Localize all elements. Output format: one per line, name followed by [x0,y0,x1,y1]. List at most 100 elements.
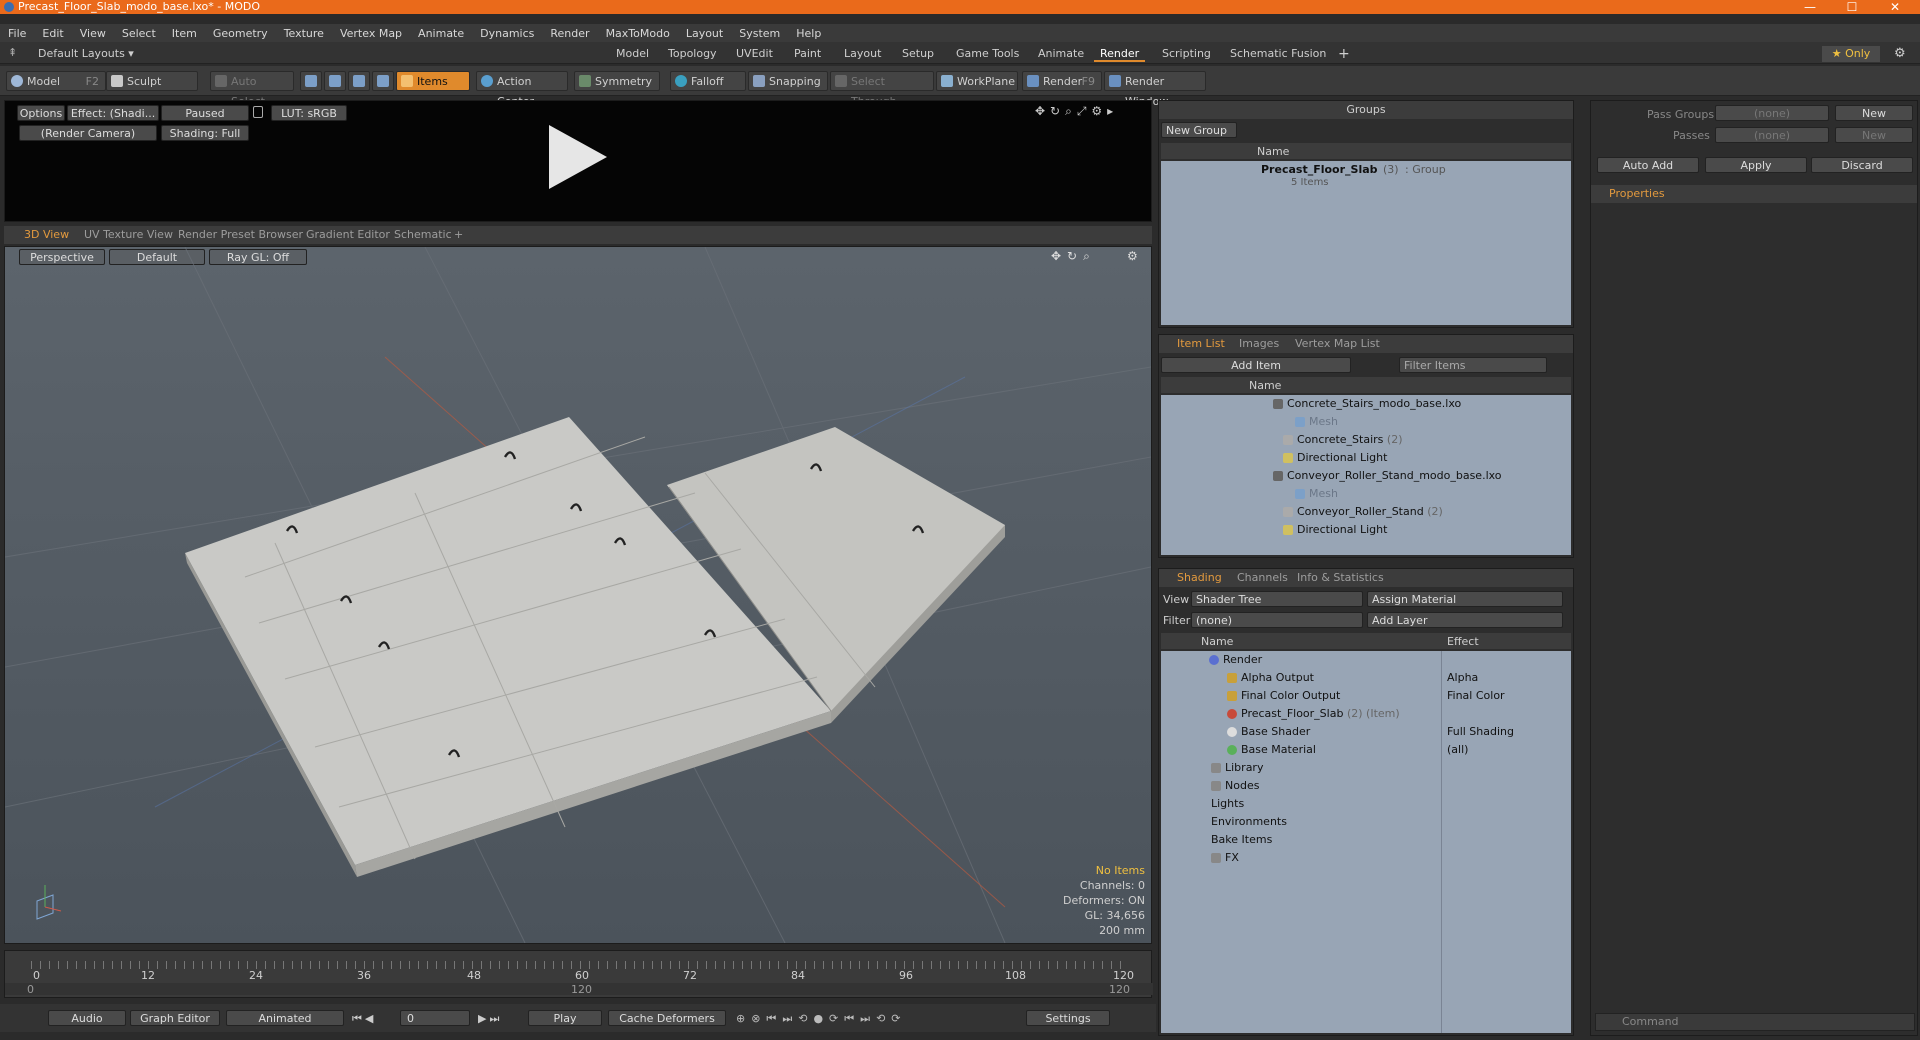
transport-forward-icons[interactable]: ▶⏭ [478,1012,502,1026]
list-item[interactable]: Directional Light [1283,521,1387,539]
shader-row-render[interactable]: Render [1209,651,1262,669]
tab-shading[interactable]: Shading [1173,570,1226,586]
menu-item[interactable]: Item [164,27,205,40]
add-viewport-tab-button[interactable]: + [450,227,467,243]
tab-animate[interactable]: Animate [1032,46,1090,62]
list-item[interactable]: Concrete_Stairs_modo_base.lxo [1273,395,1461,413]
base-shader-effect[interactable]: Full Shading [1447,723,1514,741]
list-item[interactable]: Conveyor_Roller_Stand_modo_base.lxo [1273,467,1502,485]
tab-layout[interactable]: Layout [838,46,887,62]
list-item[interactable]: Concrete_Stairs (2) [1283,431,1403,449]
menu-texture[interactable]: Texture [276,27,332,40]
shader-row-alpha-output[interactable]: Alpha Output [1227,669,1314,687]
menu-view[interactable]: View [72,27,114,40]
menu-maxtomodo[interactable]: MaxToModo [598,27,678,40]
add-item-dropdown[interactable]: Add Item [1161,357,1351,373]
tab-game-tools[interactable]: Game Tools [950,46,1025,62]
add-layout-tab-button[interactable]: + [1332,46,1356,62]
tab-item-list[interactable]: Item List [1173,336,1229,352]
new-group-button[interactable]: New Group [1161,122,1237,138]
animated-dropdown[interactable]: Animated [226,1010,344,1026]
auto-add-button[interactable]: Auto Add [1597,157,1699,173]
items-mode-button[interactable]: Items [396,71,470,91]
apply-button[interactable]: Apply [1705,157,1807,173]
model-mode-button[interactable]: Model F2 [6,71,106,91]
shader-row-base-shader[interactable]: Base Shader [1227,723,1310,741]
polygons-mode-button[interactable] [348,71,370,91]
menu-edit[interactable]: Edit [34,27,71,40]
menu-render[interactable]: Render [542,27,597,40]
list-item[interactable]: Mesh [1295,485,1338,503]
tab-3d-view[interactable]: 3D View [20,227,73,243]
tab-model[interactable]: Model [610,46,655,62]
menu-system[interactable]: System [731,27,788,40]
materials-mode-button[interactable] [372,71,394,91]
tab-setup[interactable]: Setup [896,46,940,62]
filter-items-input[interactable]: Filter Items [1399,357,1547,373]
menu-dynamics[interactable]: Dynamics [472,27,542,40]
falloff-button[interactable]: Falloff [670,71,746,91]
default-layouts-dropdown[interactable]: Default Layouts ▾ [32,46,140,62]
menu-file[interactable]: File [0,27,34,40]
menu-select[interactable]: Select [114,27,164,40]
graph-editor-button[interactable]: Graph Editor [130,1010,220,1026]
assign-material-button[interactable]: Assign Material [1367,591,1563,607]
tab-render[interactable]: Render [1094,46,1146,62]
menu-animate[interactable]: Animate [410,27,472,40]
add-layer-dropdown[interactable]: Add Layer [1367,612,1563,628]
action-center-button[interactable]: Action Center [476,71,568,108]
tab-paint[interactable]: Paint [788,46,827,62]
render-button[interactable]: Render F9 [1022,71,1102,91]
shading-dropdown[interactable]: Shading: Full [161,125,249,141]
filter-dropdown[interactable]: (none) [1191,612,1363,628]
tab-channels[interactable]: Channels [1233,570,1292,586]
shader-row-bake-items[interactable]: Bake Items [1211,831,1272,849]
workplane-button[interactable]: WorkPlane [936,71,1018,91]
render-camera-dropdown[interactable]: (Render Camera) [19,125,157,141]
preview-view-controls-icon[interactable]: ✥↻⌕⤢⚙▸ [1035,104,1118,119]
tab-info-statistics[interactable]: Info & Statistics [1293,570,1388,586]
groups-list[interactable]: Precast_Floor_Slab (3) : Group 5 Items [1161,161,1571,325]
item-list-tree[interactable]: Concrete_Stairs_modo_base.lxo Mesh Concr… [1161,395,1571,555]
lock-icon[interactable] [253,106,263,118]
tab-images[interactable]: Images [1235,336,1283,352]
sculpt-mode-button[interactable]: Sculpt [106,71,198,91]
3d-viewport[interactable]: Perspective Default Ray GL: Off ✥↻⌕ ⚙ No… [4,246,1152,944]
timeline[interactable]: 0 12 24 36 48 60 72 84 96 108 120 0 120 … [4,950,1153,998]
tab-render-preset-browser[interactable]: Render Preset Browser [174,227,307,243]
shader-tree[interactable]: Render Alpha Output Alpha Final Color Ou… [1161,651,1571,1033]
tab-topology[interactable]: Topology [662,46,723,62]
menu-geometry[interactable]: Geometry [205,27,276,40]
list-item[interactable]: Directional Light [1283,449,1387,467]
keyframe-tools-icons[interactable]: ⊕⊗⏮⏭⟲●⟳⏮⏭⟲⟳ [736,1012,907,1026]
tab-scripting[interactable]: Scripting [1156,46,1217,62]
list-item[interactable]: Conveyor_Roller_Stand (2) [1283,503,1443,521]
shader-row-lights[interactable]: Lights [1211,795,1244,813]
preview-paused-button[interactable]: Paused [161,105,249,121]
tab-properties[interactable]: Properties [1605,186,1669,202]
final-color-effect[interactable]: Final Color [1447,687,1505,705]
group-name[interactable]: Precast_Floor_Slab [1261,163,1378,176]
shader-row-final-color-output[interactable]: Final Color Output [1227,687,1340,705]
render-window-button[interactable]: Render Window [1104,71,1206,108]
tab-schematic-fusion[interactable]: Schematic Fusion [1224,46,1332,62]
play-button[interactable]: Play [528,1010,602,1026]
frame-input[interactable]: 0 [400,1010,470,1026]
tab-gradient-editor[interactable]: Gradient Editor [302,227,394,243]
audio-button[interactable]: Audio [48,1010,126,1026]
vertices-mode-button[interactable] [300,71,322,91]
list-item[interactable]: Mesh [1295,413,1338,431]
symmetry-button[interactable]: Symmetry [574,71,660,91]
shader-row-environments[interactable]: Environments [1211,813,1287,831]
maximize-button[interactable]: ☐ [1832,0,1872,14]
command-input[interactable]: Command [1595,1013,1915,1031]
shader-row-library[interactable]: Library [1211,759,1263,777]
alpha-output-effect[interactable]: Alpha [1447,669,1478,687]
lut-dropdown[interactable]: LUT: sRGB [271,105,347,121]
auto-select-button[interactable]: Auto Select [210,71,294,108]
snapping-button[interactable]: Snapping [748,71,828,91]
new-pass-group-button[interactable]: New [1835,105,1913,121]
menu-vertex-map[interactable]: Vertex Map [332,27,410,40]
tab-vertex-map-list[interactable]: Vertex Map List [1291,336,1384,352]
minimize-button[interactable]: — [1790,0,1830,14]
